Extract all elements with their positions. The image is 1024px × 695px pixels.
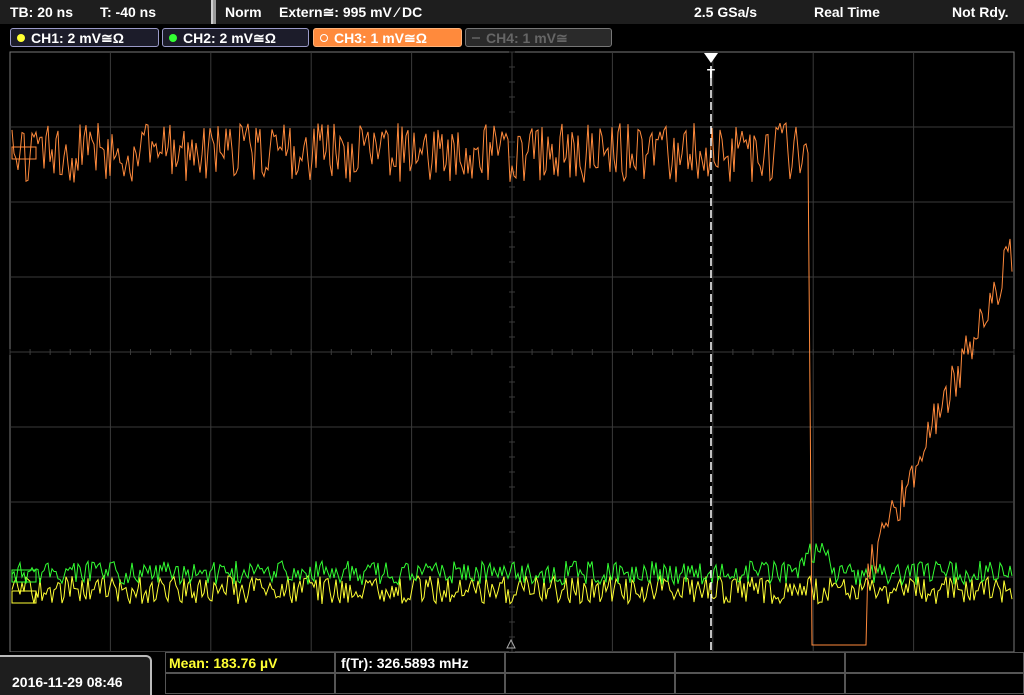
channel-1-label: CH1: 2 mV≅Ω bbox=[31, 30, 124, 46]
top-status-bar: TB: 20 ns T: -40 ns Norm Extern≅: 995 mV… bbox=[0, 0, 1024, 24]
measurement-cell-empty[interactable] bbox=[675, 673, 845, 694]
measurement-cell-empty[interactable] bbox=[845, 652, 1024, 673]
sample-rate: 2.5 GSa/s bbox=[694, 4, 758, 20]
measurement-cell-empty[interactable] bbox=[675, 652, 845, 673]
trigger-position-label: T: -40 ns bbox=[100, 4, 157, 20]
acquisition-status: Not Rdy. bbox=[952, 4, 1009, 20]
datetime-label: 2016-11-29 08:46 bbox=[12, 674, 123, 690]
channel-1-button[interactable]: CH1: 2 mV≅Ω bbox=[10, 28, 159, 47]
measurement-cell-empty[interactable] bbox=[335, 673, 505, 694]
channel-2-button[interactable]: CH2: 2 mV≅Ω bbox=[162, 28, 309, 47]
channel-2-label: CH2: 2 mV≅Ω bbox=[183, 30, 276, 46]
measurement-cell-mean[interactable]: Mean: 183.76 µV bbox=[165, 652, 335, 673]
channel-4-button[interactable]: CH4: 1 mV≅ bbox=[465, 28, 612, 47]
waveform-display[interactable]: T bbox=[0, 50, 1024, 652]
measurement-cell-empty[interactable] bbox=[165, 673, 335, 694]
trigger-mode[interactable]: Norm bbox=[225, 4, 262, 20]
timebase-label: TB: 20 ns bbox=[10, 4, 74, 20]
measurement-cell-empty[interactable] bbox=[505, 652, 675, 673]
channel-4-label: CH4: 1 mV≅ bbox=[486, 30, 568, 46]
measurement-freq: f(Tr): 326.5893 mHz bbox=[341, 655, 469, 671]
timebase-box[interactable]: TB: 20 ns T: -40 ns bbox=[0, 0, 213, 24]
trigger-marker: T bbox=[707, 66, 715, 81]
trigger-source[interactable]: Extern≅: 995 mV ⁄ DC bbox=[279, 4, 422, 21]
channel-2-dot-icon bbox=[169, 34, 177, 42]
acquisition-mode: Real Time bbox=[814, 4, 880, 20]
channel-1-dot-icon bbox=[17, 34, 25, 42]
measurement-cell-empty[interactable] bbox=[845, 673, 1024, 694]
measurement-cell-empty[interactable] bbox=[505, 673, 675, 694]
channel-4-dash-icon bbox=[472, 37, 480, 39]
trigger-bar[interactable]: Norm Extern≅: 995 mV ⁄ DC 2.5 GSa/s Real… bbox=[216, 0, 1024, 24]
channel-3-label: CH3: 1 mV≅Ω bbox=[334, 30, 427, 46]
datetime-box: 2016-11-29 08:46 bbox=[0, 655, 152, 695]
channel-3-button[interactable]: CH3: 1 mV≅Ω bbox=[313, 28, 462, 47]
channel-bar: CH1: 2 mV≅Ω CH2: 2 mV≅Ω CH3: 1 mV≅Ω CH4:… bbox=[0, 24, 1024, 50]
channel-3-dot-icon bbox=[320, 34, 328, 42]
measurement-panel[interactable]: Mean: 183.76 µV f(Tr): 326.5893 mHz bbox=[165, 652, 1024, 695]
measurement-mean: Mean: 183.76 µV bbox=[169, 655, 278, 671]
measurement-cell-freq[interactable]: f(Tr): 326.5893 mHz bbox=[335, 652, 505, 673]
